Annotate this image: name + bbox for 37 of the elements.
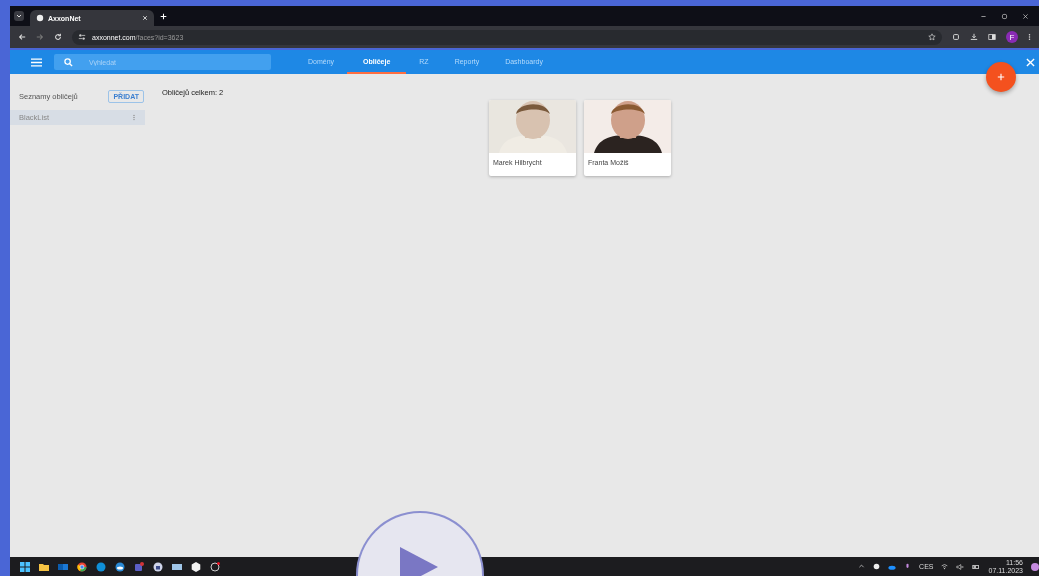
battery-icon[interactable] [972,562,981,571]
browser-icon[interactable] [77,561,87,572]
lock-icon[interactable] [153,561,163,572]
notification-icon[interactable] [1031,562,1039,571]
download-icon[interactable] [970,33,978,41]
hexagon-icon[interactable] [191,561,201,572]
restore-icon[interactable] [1001,12,1008,20]
site-settings-icon [78,33,86,41]
camera-icon[interactable] [210,561,220,572]
start-icon[interactable] [20,561,30,572]
app-tray-icon[interactable] [873,563,881,570]
close-icon[interactable] [1022,12,1029,20]
new-tab-icon[interactable] [160,12,167,20]
star-icon[interactable] [928,33,936,41]
side-panel-icon[interactable] [988,33,996,41]
menu-icon[interactable] [1028,33,1031,41]
close-icon[interactable] [142,15,148,21]
forward-icon[interactable] [36,33,44,41]
microphone-icon[interactable] [904,563,912,570]
search-icon [64,57,73,67]
add-button[interactable] [986,62,1016,92]
chevron-up-icon[interactable] [858,563,866,570]
wifi-icon[interactable] [941,563,949,570]
extensions-icon[interactable] [952,33,960,41]
back-icon[interactable] [18,33,26,41]
screen-icon[interactable] [172,561,182,572]
profile-avatar[interactable]: F [1006,31,1018,43]
speaker-muted-icon[interactable] [956,562,965,571]
folder-icon[interactable] [39,561,49,572]
menu-icon[interactable] [31,57,42,67]
plus-icon [997,73,1005,81]
play-icon [398,545,438,576]
reload-icon[interactable] [54,33,62,41]
tab-list-icon[interactable] [14,11,24,21]
team-icon[interactable] [134,561,144,572]
site-icon [36,14,44,22]
mail-icon[interactable] [58,561,68,572]
